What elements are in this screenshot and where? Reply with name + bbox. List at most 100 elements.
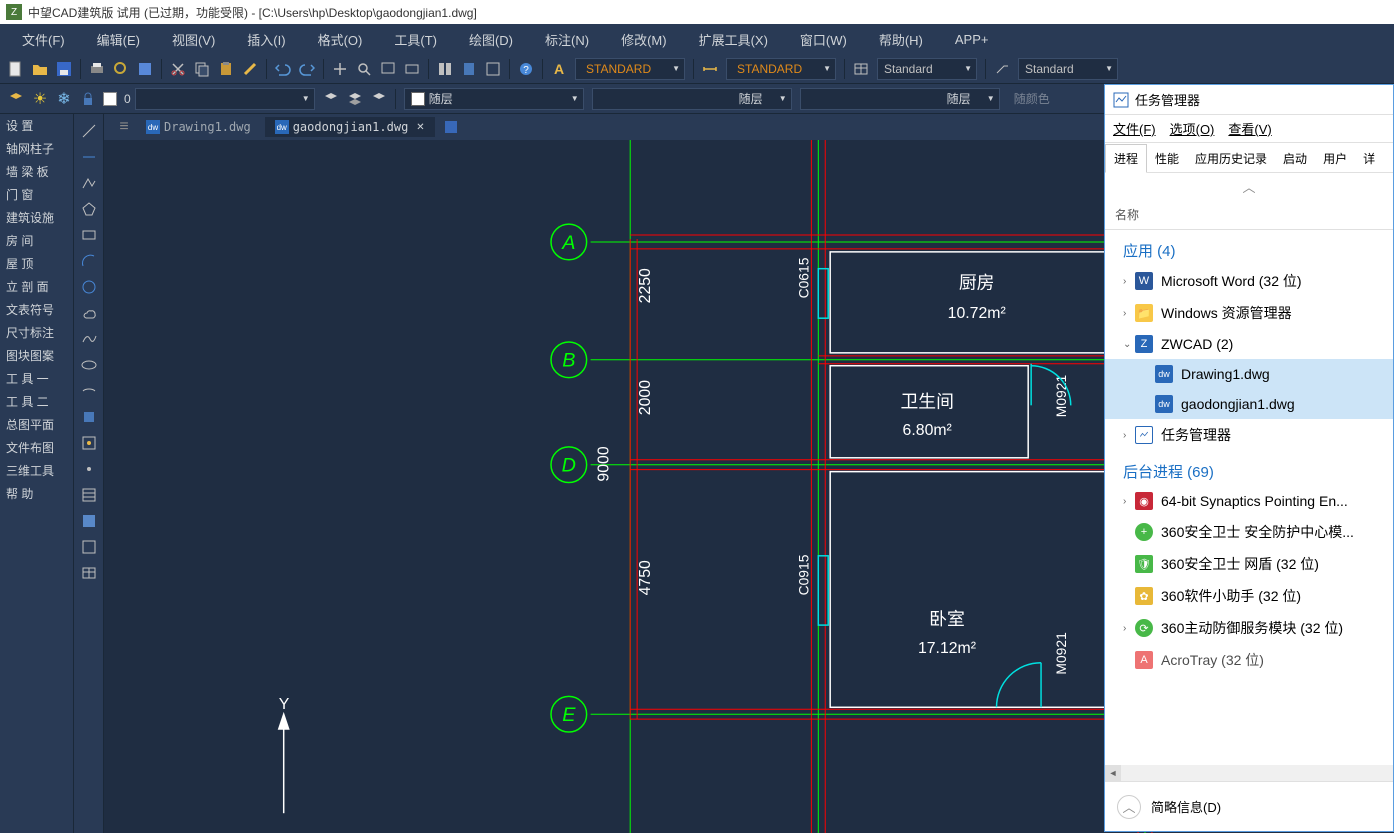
mleader-dropdown[interactable]: Standard [1018,58,1118,80]
linetype-dropdown[interactable]: 随层 [592,88,792,110]
pline-icon[interactable] [78,172,100,194]
menu-edit[interactable]: 编辑(E) [81,26,156,53]
gradient-icon[interactable] [78,510,100,532]
menu-dim[interactable]: 标注(N) [529,26,605,53]
menu-window[interactable]: 窗口(W) [784,26,863,53]
arc-icon[interactable] [78,250,100,272]
tm-app-zwcad[interactable]: ⌄ Z ZWCAD (2) [1105,329,1393,359]
help-icon[interactable]: ? [516,59,536,79]
side-settings[interactable]: 设 置 [0,114,73,137]
side-door[interactable]: 门 窗 [0,183,73,206]
hatch-icon[interactable] [78,484,100,506]
menu-tools[interactable]: 工具(T) [378,26,453,53]
cut-icon[interactable] [168,59,188,79]
tm-bg-synaptics[interactable]: › ◉ 64-bit Synaptics Pointing En... [1105,486,1393,516]
tm-titlebar[interactable]: 任务管理器 [1105,85,1393,115]
tm-tab-users[interactable]: 用户 [1315,145,1355,172]
print-icon[interactable] [87,59,107,79]
textstyle-dropdown[interactable]: STANDARD [575,58,685,80]
save-icon[interactable] [54,59,74,79]
new-tab-icon[interactable] [441,117,461,137]
tm-collapse-toggle[interactable]: ︿ [1105,173,1393,200]
region-icon[interactable] [78,536,100,558]
menu-ext[interactable]: 扩展工具(X) [683,26,784,53]
menu-file[interactable]: 文件(F) [6,26,81,53]
side-grid[interactable]: 轴网柱子 [0,137,73,160]
ray-icon[interactable] [78,146,100,168]
tm-menu-options[interactable]: 选项(O) [1170,119,1215,138]
block-icon[interactable] [78,432,100,454]
side-elev[interactable]: 立 剖 面 [0,275,73,298]
palette-icon[interactable] [483,59,503,79]
zoom-icon[interactable] [354,59,374,79]
undo-icon[interactable] [273,59,293,79]
revcloud-icon[interactable] [78,302,100,324]
match-icon[interactable] [240,59,260,79]
tm-menu-view[interactable]: 查看(V) [1228,119,1271,138]
tab-close-icon[interactable]: ✕ [416,122,424,133]
tm-menu-file[interactable]: 文件(F) [1113,119,1156,138]
lineweight-dropdown[interactable]: 随层 [800,88,1000,110]
tm-bg-acrotray[interactable]: A AcroTray (32 位) [1105,644,1393,676]
side-tool2[interactable]: 工 具 二 [0,390,73,413]
side-help[interactable]: 帮 助 [0,482,73,505]
menu-format[interactable]: 格式(O) [302,26,379,53]
table-icon[interactable] [78,562,100,584]
tm-bg-360helper[interactable]: ✿ 360软件小助手 (32 位) [1105,580,1393,612]
freeze-icon[interactable]: ❄ [54,89,74,109]
ellipsearc-icon[interactable] [78,380,100,402]
side-layout[interactable]: 文件布图 [0,436,73,459]
doc-tab-gaodongjian[interactable]: dw gaodongjian1.dwg ✕ [265,117,435,137]
publish-icon[interactable] [135,59,155,79]
tm-sub-gaodongjian[interactable]: dw gaodongjian1.dwg [1105,389,1393,419]
menu-insert[interactable]: 插入(I) [231,26,301,53]
new-icon[interactable] [6,59,26,79]
tm-app-word[interactable]: › W Microsoft Word (32 位) [1105,265,1393,297]
light-on-icon[interactable]: ☀ [30,89,50,109]
doc-menu-icon[interactable]: ≡ [114,117,134,137]
tm-tab-startup[interactable]: 启动 [1275,145,1315,172]
task-manager-window[interactable]: 任务管理器 文件(F) 选项(O) 查看(V) 进程 性能 应用历史记录 启动 … [1104,84,1394,832]
textstyle-icon[interactable]: A [549,59,569,79]
scroll-left-icon[interactable]: ◄ [1105,765,1121,781]
mleader-icon[interactable] [992,59,1012,79]
dimstyle-dropdown[interactable]: STANDARD [726,58,836,80]
color-dropdown[interactable]: 随层 [404,88,584,110]
line-icon[interactable] [78,120,100,142]
menu-help[interactable]: 帮助(H) [863,26,939,53]
side-wall[interactable]: 墙 梁 板 [0,160,73,183]
menu-draw[interactable]: 绘图(D) [453,26,529,53]
copy-icon[interactable] [192,59,212,79]
tm-bg-360safe2[interactable]: 🛡 360安全卫士 网盾 (32 位) [1105,548,1393,580]
layer-swatch-icon[interactable] [102,89,122,109]
side-symbol[interactable]: 文表符号 [0,298,73,321]
menu-view[interactable]: 视图(V) [156,26,231,53]
side-3d[interactable]: 三维工具 [0,459,73,482]
tm-tab-details[interactable]: 详 [1355,145,1383,172]
insert-icon[interactable] [78,406,100,428]
spline-icon[interactable] [78,328,100,350]
paste-icon[interactable] [216,59,236,79]
layer-icon[interactable] [6,89,26,109]
menu-modify[interactable]: 修改(M) [605,26,683,53]
side-block[interactable]: 图块图案 [0,344,73,367]
tm-sub-drawing1[interactable]: dw Drawing1.dwg [1105,359,1393,389]
tablestyle-icon[interactable] [851,59,871,79]
tm-footer-label[interactable]: 简略信息(D) [1151,797,1221,816]
props-icon[interactable] [435,59,455,79]
layer-dropdown[interactable] [135,88,315,110]
ellipse-icon[interactable] [78,354,100,376]
tm-hscrollbar[interactable]: ◄ [1105,765,1393,781]
tm-tab-history[interactable]: 应用历史记录 [1187,145,1275,172]
lock-icon[interactable] [78,89,98,109]
tm-bg-360defense[interactable]: › ⟳ 360主动防御服务模块 (32 位) [1105,612,1393,644]
layer-states-icon[interactable] [345,89,365,109]
side-dim[interactable]: 尺寸标注 [0,321,73,344]
open-icon[interactable] [30,59,50,79]
layer-prev-icon[interactable] [321,89,341,109]
tm-tab-performance[interactable]: 性能 [1147,145,1187,172]
tm-app-explorer[interactable]: › 📁 Windows 资源管理器 [1105,297,1393,329]
side-roof[interactable]: 屋 顶 [0,252,73,275]
tm-tab-processes[interactable]: 进程 [1105,144,1147,173]
dimstyle-icon[interactable] [700,59,720,79]
